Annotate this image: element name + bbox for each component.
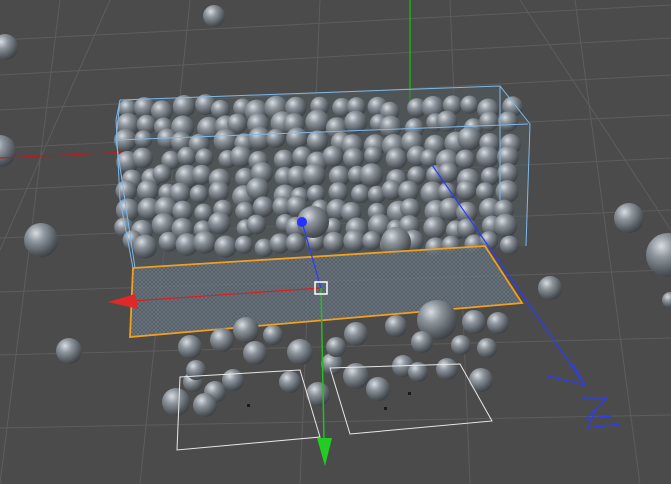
sphere	[344, 322, 368, 346]
sphere	[351, 184, 370, 204]
sphere	[152, 164, 172, 184]
sphere	[243, 341, 267, 365]
sphere	[423, 216, 446, 239]
sphere	[0, 135, 16, 167]
sphere	[326, 337, 346, 357]
sphere	[233, 317, 259, 343]
sphere	[328, 182, 349, 202]
sphere	[263, 325, 283, 345]
sphere	[177, 146, 197, 166]
sphere	[495, 180, 519, 203]
sphere	[24, 223, 58, 257]
sphere	[420, 149, 439, 168]
sphere	[56, 338, 82, 364]
sphere	[321, 353, 343, 375]
sphere	[279, 371, 301, 393]
sphere	[162, 388, 190, 416]
sphere	[438, 162, 459, 183]
sphere	[178, 335, 202, 359]
sphere	[306, 130, 328, 152]
sphere	[457, 126, 482, 151]
sphere	[460, 95, 479, 114]
gizmo-z-handle-icon[interactable]	[297, 217, 307, 227]
sphere	[411, 331, 433, 353]
sphere	[499, 235, 519, 255]
sphere	[210, 328, 234, 352]
sphere	[662, 292, 671, 308]
sphere	[436, 358, 458, 380]
sphere	[456, 180, 477, 201]
sphere	[191, 164, 212, 185]
sphere	[538, 276, 562, 300]
sphere	[266, 128, 286, 149]
sphere	[364, 146, 383, 165]
sphere	[246, 214, 267, 235]
sphere	[302, 163, 326, 187]
sphere	[343, 229, 366, 252]
sphere	[323, 231, 345, 253]
sphere	[186, 360, 206, 380]
gizmo-y-arrow-icon[interactable]	[317, 438, 332, 466]
gizmo-x-arrow-icon[interactable]	[108, 294, 138, 309]
z-axis-glyph-icon	[582, 397, 613, 419]
sphere	[385, 147, 408, 170]
sphere	[158, 231, 179, 252]
sphere	[362, 231, 382, 251]
sphere	[614, 203, 644, 233]
sphere	[208, 211, 231, 235]
sphere	[189, 184, 209, 204]
sphere	[477, 338, 497, 358]
scene-canvas[interactable]	[0, 0, 671, 484]
sphere	[385, 315, 407, 337]
sphere	[343, 147, 364, 169]
sphere	[455, 149, 476, 170]
3d-viewport[interactable]	[0, 0, 671, 484]
world-x-axis-line	[0, 151, 131, 159]
sphere	[476, 145, 499, 169]
sphere	[366, 377, 390, 401]
sphere	[133, 234, 158, 259]
sphere	[132, 147, 153, 169]
sphere	[286, 127, 308, 149]
sphere	[287, 339, 313, 365]
sphere	[208, 181, 230, 202]
sphere	[359, 163, 384, 187]
sphere	[193, 231, 217, 254]
sphere	[285, 233, 306, 253]
sphere	[469, 368, 493, 392]
sphere	[479, 111, 499, 132]
sphere	[436, 110, 458, 132]
sphere	[195, 148, 214, 167]
sphere	[252, 196, 274, 218]
sphere	[214, 235, 237, 258]
sphere	[487, 312, 509, 334]
sphere	[493, 213, 518, 238]
sphere	[234, 235, 253, 254]
sphere	[451, 335, 471, 355]
sphere	[322, 145, 344, 167]
sphere	[0, 34, 18, 60]
sphere	[229, 145, 252, 168]
sphere	[203, 5, 225, 27]
sphere	[497, 111, 518, 132]
sphere	[193, 393, 217, 417]
sphere	[305, 109, 330, 134]
sphere	[462, 310, 486, 334]
sphere	[222, 369, 244, 391]
